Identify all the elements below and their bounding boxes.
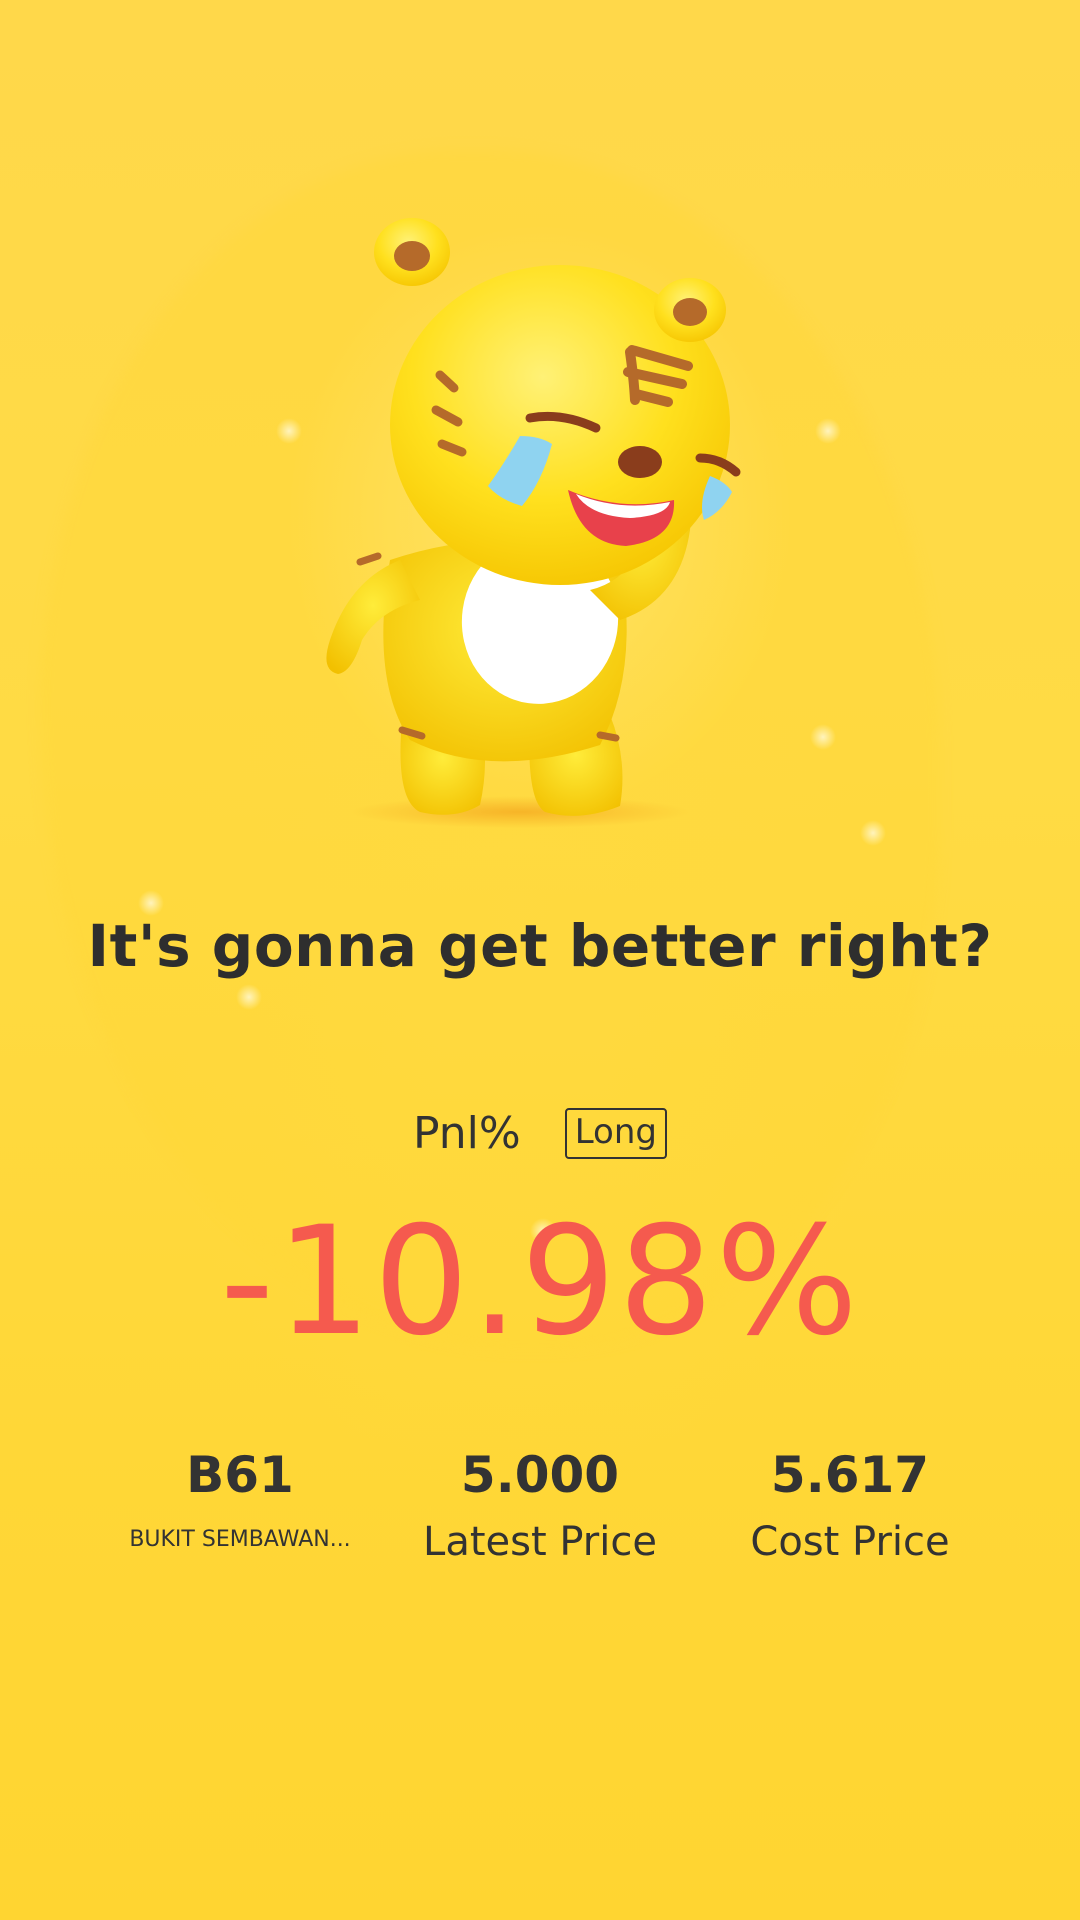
pnl-label: Pnl% bbox=[413, 1108, 521, 1160]
stock-name: BUKIT SEMBAWAN... bbox=[129, 1527, 351, 1552]
stat-symbol: B61 BUKIT SEMBAWAN... bbox=[100, 1445, 380, 1552]
cost-price-value: 5.617 bbox=[770, 1446, 930, 1504]
latest-price-label: Latest Price bbox=[423, 1519, 657, 1565]
cost-price-label: Cost Price bbox=[750, 1519, 950, 1565]
sparkle-decoration bbox=[815, 418, 841, 444]
stat-cost-price: 5.617 Cost Price bbox=[700, 1445, 1000, 1565]
sparkle-decoration bbox=[810, 724, 836, 750]
crying-tiger-mascot-icon bbox=[326, 218, 741, 828]
latest-price-value: 5.000 bbox=[460, 1446, 620, 1504]
stat-latest-price: 5.000 Latest Price bbox=[400, 1445, 680, 1565]
position-direction-badge: Long bbox=[564, 1108, 667, 1160]
pnl-percentage-value: -10.98% bbox=[219, 1195, 861, 1369]
sparkle-decoration bbox=[236, 984, 262, 1010]
sparkle-decoration bbox=[860, 820, 886, 846]
pnl-header: Pnl% Long bbox=[0, 1108, 1080, 1160]
headline: It's gonna get better right? bbox=[87, 912, 993, 980]
stock-symbol: B61 bbox=[186, 1446, 294, 1504]
